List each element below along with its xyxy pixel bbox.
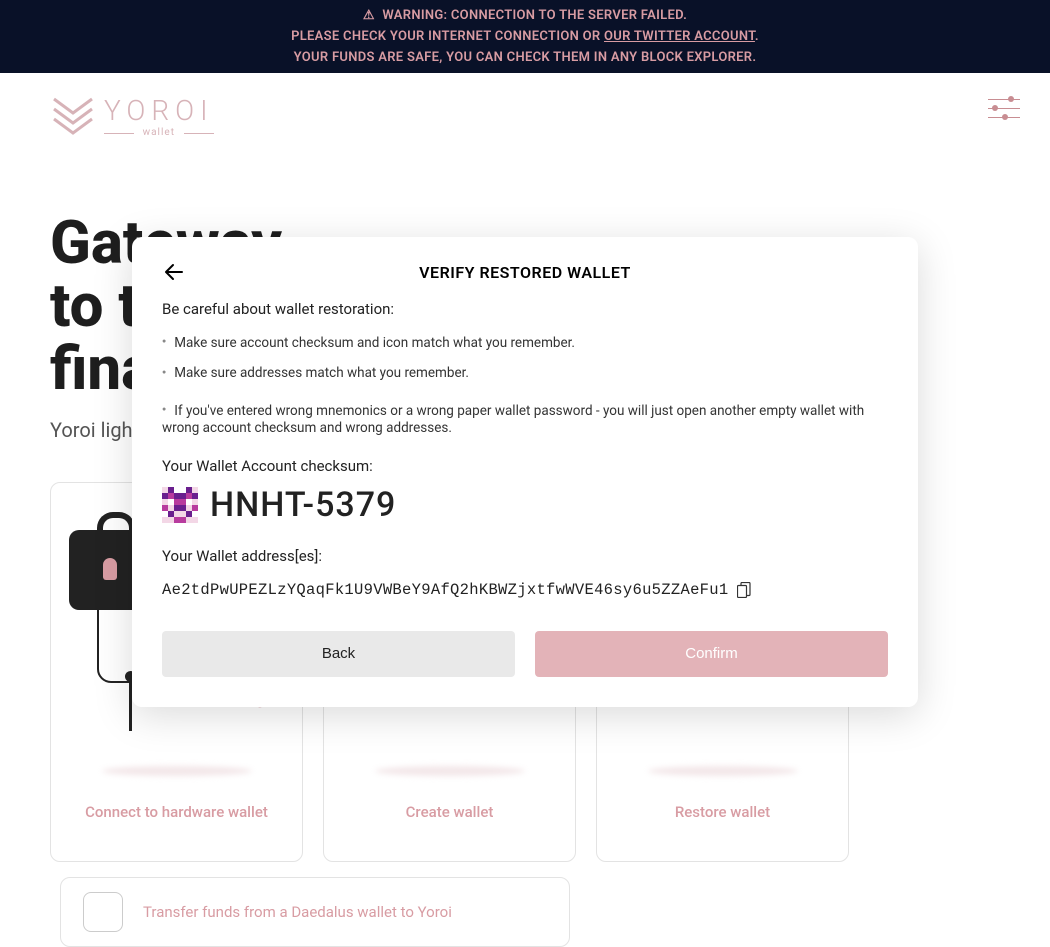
bullet-addresses: Make sure addresses match what you remem… [162, 358, 888, 388]
logo[interactable]: YOROI wallet [50, 91, 214, 141]
copy-icon[interactable] [737, 582, 751, 598]
checksum-value: HNHT-5379 [210, 485, 396, 525]
warning-line-3: YOUR FUNDS ARE SAFE, YOU CAN CHECK THEM … [0, 47, 1050, 68]
logo-subtitle: wallet [104, 127, 214, 138]
warning-banner: ⚠ WARNING: CONNECTION TO THE SERVER FAIL… [0, 0, 1050, 73]
bullet-mnemonics-warning: If you've entered wrong mnemonics or a w… [162, 403, 888, 437]
card-create-label: Create wallet [406, 803, 494, 821]
warning-line-2-suffix: . [755, 29, 759, 44]
card-hw-label: Connect to hardware wallet [85, 803, 268, 821]
card-restore-label: Restore wallet [675, 803, 770, 821]
transfer-icon [83, 892, 123, 932]
modal-subtitle: Be careful about wallet restoration: [162, 300, 888, 318]
address-section-label: Your Wallet address[es]: [162, 547, 888, 565]
checksum-section-label: Your Wallet Account checksum: [162, 457, 888, 475]
warning-icon: ⚠ [363, 5, 375, 26]
logo-mark-icon [50, 91, 96, 141]
warning-line-1: WARNING: CONNECTION TO THE SERVER FAILED… [382, 8, 687, 23]
verify-wallet-modal: VERIFY RESTORED WALLET Be careful about … [132, 237, 918, 707]
twitter-link[interactable]: OUR TWITTER ACCOUNT [604, 29, 755, 44]
logo-name: YOROI [104, 94, 214, 127]
wallet-address: Ae2tdPwUPEZLzYQaqFk1U9VWBeY9AfQ2hKBWZjxt… [162, 581, 729, 599]
modal-title: VERIFY RESTORED WALLET [162, 263, 888, 282]
card-transfer-label: Transfer funds from a Daedalus wallet to… [143, 903, 452, 921]
bullet-checksum: Make sure account checksum and icon matc… [162, 328, 888, 358]
wallet-identicon [162, 487, 198, 523]
back-button[interactable]: Back [162, 631, 515, 677]
warning-line-2-prefix: PLEASE CHECK YOUR INTERNET CONNECTION OR [291, 29, 604, 44]
settings-icon[interactable] [988, 99, 1020, 119]
confirm-button[interactable]: Confirm [535, 631, 888, 677]
